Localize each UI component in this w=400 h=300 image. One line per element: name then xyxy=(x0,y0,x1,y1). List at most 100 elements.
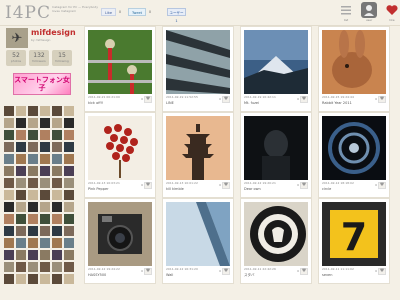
follower-thumbnail[interactable] xyxy=(4,190,14,200)
follower-thumbnail[interactable] xyxy=(16,274,26,284)
follower-thumbnail[interactable] xyxy=(28,154,38,164)
photo-title[interactable]: Dear own xyxy=(244,187,292,191)
follower-thumbnail[interactable] xyxy=(4,238,14,248)
follower-thumbnail[interactable] xyxy=(28,142,38,152)
follower-thumbnail[interactable] xyxy=(16,178,26,188)
follower-thumbnail[interactable] xyxy=(16,214,26,224)
follower-thumbnail[interactable] xyxy=(40,226,50,236)
photo-image[interactable]: 7 xyxy=(322,202,386,266)
follower-thumbnail[interactable] xyxy=(40,166,50,176)
follower-thumbnail[interactable] xyxy=(4,226,14,236)
follower-thumbnail[interactable] xyxy=(28,226,38,236)
photo-card[interactable]: 2011-02-21 00:21:00 kick off!! 0 ♥ xyxy=(84,26,156,112)
username[interactable]: mifdesign xyxy=(31,28,76,37)
follower-thumbnail[interactable] xyxy=(28,250,38,260)
stat-photos[interactable]: 52 photos xyxy=(6,50,26,66)
follower-thumbnail[interactable] xyxy=(40,142,50,152)
photo-image[interactable] xyxy=(166,202,230,266)
follower-thumbnail[interactable] xyxy=(28,262,38,272)
like-heart-icon[interactable]: ♥ xyxy=(222,96,230,103)
follower-thumbnail[interactable] xyxy=(4,154,14,164)
list-icon[interactable] xyxy=(338,2,354,18)
follower-thumbnail[interactable] xyxy=(64,106,74,116)
photo-card[interactable]: 2011-02-13 10:01:22 kill kimble 0 ♥ xyxy=(162,112,234,198)
photo-title[interactable]: seven xyxy=(322,273,370,277)
follower-thumbnail[interactable] xyxy=(64,214,74,224)
photo-card[interactable]: 2011-02-15 19:24:44 Rabbit Year 2011 0 ♥ xyxy=(318,26,390,112)
follower-thumbnail[interactable] xyxy=(40,154,50,164)
photo-image[interactable] xyxy=(244,116,308,180)
follower-thumbnail[interactable] xyxy=(4,262,14,272)
follower-thumbnail[interactable] xyxy=(52,130,62,140)
follower-thumbnail[interactable] xyxy=(64,250,74,260)
follower-thumbnail[interactable] xyxy=(28,178,38,188)
follower-thumbnail[interactable] xyxy=(4,274,14,284)
stat-followers[interactable]: 132 followers xyxy=(29,50,49,66)
follower-thumbnail[interactable] xyxy=(64,154,74,164)
follower-thumbnail[interactable] xyxy=(28,202,38,212)
hatena-bookmark-button[interactable]: ユーザー 1 xyxy=(167,8,186,23)
follower-thumbnail[interactable] xyxy=(40,250,50,260)
follower-thumbnail[interactable] xyxy=(40,274,50,284)
photo-title[interactable]: kill kimble xyxy=(166,187,214,191)
photo-card[interactable]: 2011-02-12 19:24:22 HASSY500 0 ♥ xyxy=(84,198,156,284)
like-heart-icon[interactable]: ♥ xyxy=(300,96,308,103)
photo-image[interactable] xyxy=(88,202,152,266)
follower-thumbnail[interactable] xyxy=(52,166,62,176)
follower-thumbnail[interactable] xyxy=(52,178,62,188)
follower-thumbnail[interactable] xyxy=(52,202,62,212)
follower-thumbnail[interactable] xyxy=(40,130,50,140)
like-heart-icon[interactable]: ♥ xyxy=(144,182,152,189)
follower-thumbnail[interactable] xyxy=(52,154,62,164)
follower-thumbnail[interactable] xyxy=(28,166,38,176)
photo-image[interactable] xyxy=(88,116,152,180)
follower-thumbnail[interactable] xyxy=(16,250,26,260)
heart-icon[interactable] xyxy=(384,2,400,18)
follower-thumbnail[interactable] xyxy=(28,214,38,224)
follower-thumbnail[interactable] xyxy=(4,202,14,212)
photo-card[interactable]: 2011-02-19 11:52:55 LINE 0 ♥ xyxy=(162,26,234,112)
site-logo[interactable]: I4PC xyxy=(5,3,51,23)
follower-thumbnail[interactable] xyxy=(16,262,26,272)
like-heart-icon[interactable]: ♥ xyxy=(378,268,386,275)
like-heart-icon[interactable]: ♥ xyxy=(300,268,308,275)
avatar[interactable]: ✈ xyxy=(6,28,28,48)
photo-card[interactable]: 2011-02-12 18:18:02 circle 0 ♥ xyxy=(318,112,390,198)
follower-thumbnail[interactable] xyxy=(40,118,50,128)
follower-thumbnail[interactable] xyxy=(16,202,26,212)
photo-image[interactable] xyxy=(244,30,308,94)
follower-thumbnail[interactable] xyxy=(40,178,50,188)
photo-card[interactable]: 2011-02-12 16:31:20 Wall 0 ♥ xyxy=(162,198,234,284)
follower-thumbnail[interactable] xyxy=(40,214,50,224)
follower-thumbnail[interactable] xyxy=(40,238,50,248)
follower-thumbnail[interactable] xyxy=(16,226,26,236)
follower-thumbnail[interactable] xyxy=(52,190,62,200)
follower-thumbnail[interactable] xyxy=(40,190,50,200)
photo-image[interactable] xyxy=(244,202,308,266)
like-heart-icon[interactable]: ♥ xyxy=(144,96,152,103)
follower-thumbnail[interactable] xyxy=(40,202,50,212)
follower-thumbnail[interactable] xyxy=(64,166,74,176)
photo-title[interactable]: Wall xyxy=(166,273,214,277)
like-heart-icon[interactable]: ♥ xyxy=(300,182,308,189)
follower-thumbnail[interactable] xyxy=(16,154,26,164)
photo-image[interactable] xyxy=(166,116,230,180)
follower-thumbnail[interactable] xyxy=(4,214,14,224)
follower-thumbnail[interactable] xyxy=(4,130,14,140)
follower-thumbnail[interactable] xyxy=(4,178,14,188)
follower-thumbnail[interactable] xyxy=(64,238,74,248)
follower-thumbnail[interactable] xyxy=(64,178,74,188)
facebook-like-button[interactable]: Like xyxy=(101,8,116,16)
follower-thumbnail[interactable] xyxy=(40,262,50,272)
photo-image[interactable] xyxy=(88,30,152,94)
follower-thumbnail[interactable] xyxy=(52,142,62,152)
photo-title[interactable]: Pink Pepper xyxy=(88,187,136,191)
follower-thumbnail[interactable] xyxy=(52,118,62,128)
follower-thumbnail[interactable] xyxy=(16,166,26,176)
follower-thumbnail[interactable] xyxy=(28,274,38,284)
follower-thumbnail[interactable] xyxy=(4,142,14,152)
follower-thumbnail[interactable] xyxy=(16,142,26,152)
photo-image[interactable] xyxy=(166,30,230,94)
follower-thumbnail[interactable] xyxy=(16,238,26,248)
follower-thumbnail[interactable] xyxy=(16,190,26,200)
